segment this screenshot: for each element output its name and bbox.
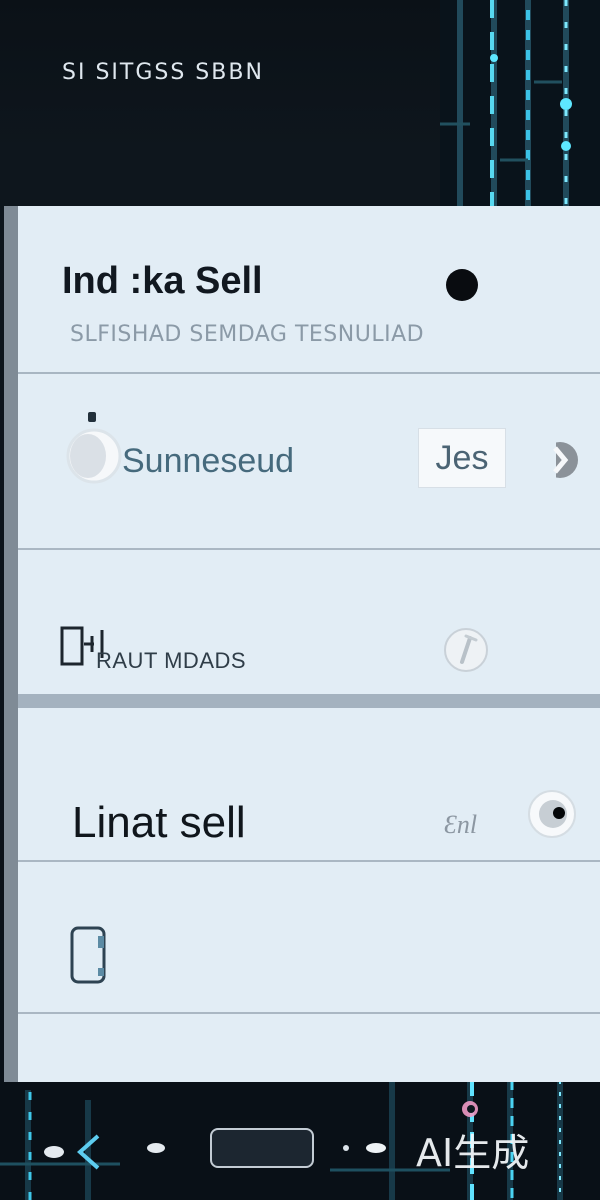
- row-1-action-button[interactable]: Jes: [418, 428, 506, 488]
- settings-row-3[interactable]: Linat sell Ɛnl: [18, 708, 600, 862]
- status-dot: [446, 269, 478, 301]
- bottom-navigation: AI生成: [0, 1094, 600, 1200]
- row-1-label: Sunneseud: [122, 442, 295, 480]
- hero-subtitle: SLFISHAD SEMDAG TESNULIAD: [70, 322, 425, 347]
- settings-row-4[interactable]: [18, 862, 600, 1014]
- settings-row-2[interactable]: RAUT MDADS: [18, 550, 600, 708]
- profile-icon: [66, 412, 122, 484]
- settings-card: Ind :ka Sell SLFISHAD SEMDAG TESNULIAD S…: [4, 206, 600, 1082]
- hero-section: Ind :ka Sell SLFISHAD SEMDAG TESNULIAD: [18, 206, 600, 374]
- ai-generated-watermark: AI生成: [416, 1131, 530, 1175]
- edit-icon: [444, 628, 488, 672]
- home-pill-button[interactable]: [210, 1128, 314, 1168]
- phone-icon: [70, 926, 106, 984]
- app-header-title: SI SITGSS SBBN: [62, 60, 264, 85]
- target-icon: [528, 790, 576, 838]
- row-2-label: RAUT MDADS: [96, 648, 247, 673]
- half-moon-icon: [540, 436, 578, 484]
- overview-icon[interactable]: [338, 1138, 398, 1158]
- back-icon[interactable]: [40, 1132, 120, 1172]
- home-dot-icon[interactable]: [146, 1138, 166, 1158]
- hero-title: Ind :ka Sell: [62, 260, 263, 302]
- circuit-decoration-top: [440, 0, 600, 210]
- row-3-label: Linat sell: [72, 798, 246, 847]
- settings-row-5[interactable]: [18, 1014, 600, 1082]
- settings-row-1[interactable]: Sunneseud Jes: [18, 372, 600, 550]
- row-3-muted-text: Ɛnl: [444, 810, 478, 839]
